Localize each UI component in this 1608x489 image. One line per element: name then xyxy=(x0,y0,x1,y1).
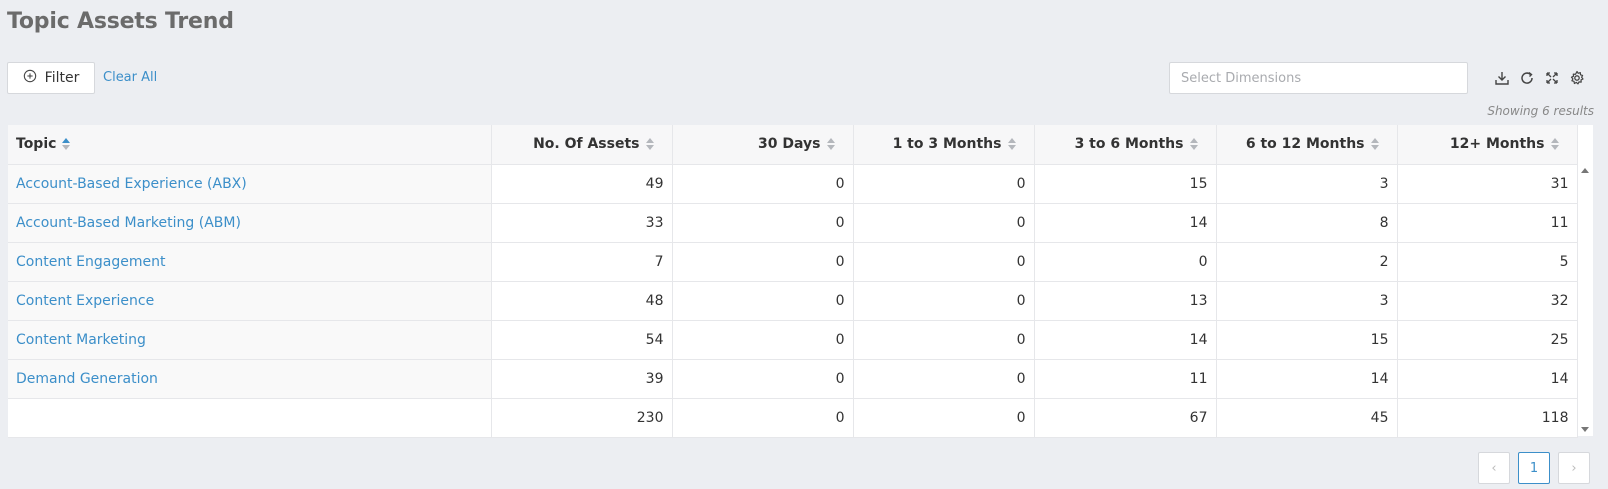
table-cell: 15 xyxy=(1216,320,1398,360)
table-cell: 33 xyxy=(491,203,673,243)
filter-button-label: Filter xyxy=(44,70,80,86)
next-page-button[interactable]: › xyxy=(1558,452,1590,484)
sort-icon[interactable] xyxy=(645,137,654,151)
total-cell: 67 xyxy=(1034,398,1217,438)
table-cell: 39 xyxy=(491,359,673,399)
topic-link[interactable]: Content Experience xyxy=(8,281,492,321)
topic-link[interactable]: Account-Based Experience (ABX) xyxy=(8,164,492,204)
table-cell: 14 xyxy=(1034,320,1217,360)
download-icon[interactable] xyxy=(1493,68,1510,88)
total-cell: 45 xyxy=(1216,398,1398,438)
topic-link[interactable]: Content Engagement xyxy=(8,242,492,282)
column-header-label: 6 to 12 Months xyxy=(1245,136,1365,153)
select-dimensions-input[interactable] xyxy=(1169,62,1468,94)
table-cell: 31 xyxy=(1397,164,1578,204)
topic-link[interactable]: Demand Generation xyxy=(8,359,492,399)
column-header-6-to-12-months[interactable]: 6 to 12 Months xyxy=(1216,125,1398,165)
table-row: Demand Generation 39 0 0 11 14 14 xyxy=(8,359,1578,399)
table-cell: 0 xyxy=(672,320,854,360)
table-row: Account-Based Marketing (ABM) 33 0 0 14 8 11 xyxy=(8,203,1578,243)
table-cell: 11 xyxy=(1397,203,1578,243)
table-cell: 0 xyxy=(672,281,854,321)
table-cell: 2 xyxy=(1216,242,1398,282)
table-cell: 49 xyxy=(491,164,673,204)
scroll-down-arrow-icon[interactable] xyxy=(1581,427,1589,432)
table-cell: 0 xyxy=(853,242,1035,282)
table-row: Account-Based Experience (ABX) 49 0 0 15 3 31 xyxy=(8,164,1578,204)
column-header-12-plus-months[interactable]: 12+ Months xyxy=(1397,125,1578,165)
table-cell: 3 xyxy=(1216,281,1398,321)
data-table-container: Topic No. Of Assets 30 Days 1 to 3 Month… xyxy=(8,125,1593,438)
sort-icon[interactable] xyxy=(1550,137,1559,151)
page-title: Topic Assets Trend xyxy=(7,9,234,34)
table-cell: 7 xyxy=(491,242,673,282)
table-cell: 0 xyxy=(672,242,854,282)
table-row: Content Experience 48 0 0 13 3 32 xyxy=(8,281,1578,321)
table-cell: 11 xyxy=(1034,359,1217,399)
column-header-30-days[interactable]: 30 Days xyxy=(672,125,854,165)
table-cell: 0 xyxy=(672,359,854,399)
sort-icon[interactable] xyxy=(1370,137,1379,151)
totals-row: 230 0 0 67 45 118 xyxy=(8,398,1578,438)
settings-icon[interactable] xyxy=(1568,68,1585,88)
scroll-up-arrow-icon[interactable] xyxy=(1581,168,1589,173)
clear-all-link[interactable]: Clear All xyxy=(103,70,157,85)
topic-link[interactable]: Account-Based Marketing (ABM) xyxy=(8,203,492,243)
table-cell: 0 xyxy=(672,164,854,204)
topic-assets-table: Topic No. Of Assets 30 Days 1 to 3 Month… xyxy=(8,125,1578,438)
table-cell: 0 xyxy=(853,281,1035,321)
table-cell: 13 xyxy=(1034,281,1217,321)
results-count: Showing 6 results xyxy=(1487,104,1594,118)
table-cell: 0 xyxy=(1034,242,1217,282)
page-number-button[interactable]: 1 xyxy=(1518,452,1550,484)
refresh-icon[interactable] xyxy=(1518,68,1535,88)
column-header-label: 3 to 6 Months xyxy=(1074,136,1184,153)
column-header-label: Topic xyxy=(16,136,57,153)
fullscreen-icon[interactable] xyxy=(1543,68,1560,88)
total-cell: 0 xyxy=(672,398,854,438)
table-cell: 14 xyxy=(1216,359,1398,399)
table-cell: 8 xyxy=(1216,203,1398,243)
table-header-row: Topic No. Of Assets 30 Days 1 to 3 Month… xyxy=(8,125,1578,165)
table-cell: 14 xyxy=(1034,203,1217,243)
sort-icon[interactable] xyxy=(1189,137,1198,151)
table-cell: 3 xyxy=(1216,164,1398,204)
total-cell xyxy=(8,398,492,438)
table-row: Content Marketing 54 0 0 14 15 25 xyxy=(8,320,1578,360)
filter-button[interactable]: Filter xyxy=(7,62,95,94)
table-cell: 54 xyxy=(491,320,673,360)
table-cell: 25 xyxy=(1397,320,1578,360)
table-cell: 0 xyxy=(853,164,1035,204)
toolbar-icons xyxy=(1493,68,1585,88)
sort-icon[interactable] xyxy=(826,137,835,151)
total-cell: 118 xyxy=(1397,398,1578,438)
column-header-label: 30 Days xyxy=(758,136,821,153)
table-cell: 0 xyxy=(853,320,1035,360)
column-header-no-of-assets[interactable]: No. Of Assets xyxy=(491,125,673,165)
table-cell: 5 xyxy=(1397,242,1578,282)
topic-link[interactable]: Content Marketing xyxy=(8,320,492,360)
column-header-1-to-3-months[interactable]: 1 to 3 Months xyxy=(853,125,1035,165)
table-cell: 0 xyxy=(672,203,854,243)
table-cell: 32 xyxy=(1397,281,1578,321)
sort-icon[interactable] xyxy=(1007,137,1016,151)
table-cell: 15 xyxy=(1034,164,1217,204)
table-cell: 48 xyxy=(491,281,673,321)
column-header-label: No. Of Assets xyxy=(533,136,640,153)
column-header-3-to-6-months[interactable]: 3 to 6 Months xyxy=(1034,125,1217,165)
table-cell: 0 xyxy=(853,359,1035,399)
column-header-label: 12+ Months xyxy=(1449,136,1545,153)
vertical-scrollbar[interactable] xyxy=(1577,164,1593,436)
total-cell: 0 xyxy=(853,398,1035,438)
total-cell: 230 xyxy=(491,398,673,438)
table-row: Content Engagement 7 0 0 0 2 5 xyxy=(8,242,1578,282)
add-circle-icon xyxy=(23,69,37,87)
column-header-label: 1 to 3 Months xyxy=(892,136,1002,153)
pagination: ‹ 1 › xyxy=(1478,452,1590,484)
table-cell: 14 xyxy=(1397,359,1578,399)
table-cell: 0 xyxy=(853,203,1035,243)
column-header-topic[interactable]: Topic xyxy=(8,125,492,165)
sort-ascending-icon[interactable] xyxy=(62,137,71,151)
previous-page-button[interactable]: ‹ xyxy=(1478,452,1510,484)
